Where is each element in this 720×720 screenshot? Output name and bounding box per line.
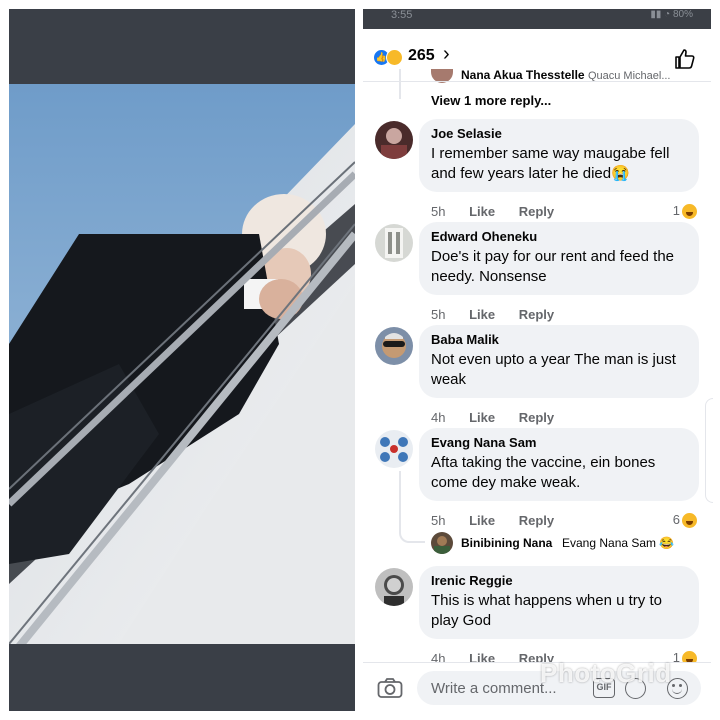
comment-actions: 5h Like Reply bbox=[431, 307, 574, 322]
like-button[interactable]: Like bbox=[469, 204, 495, 219]
haha-icon bbox=[682, 204, 697, 220]
avatar[interactable] bbox=[375, 430, 413, 468]
thread-line bbox=[399, 69, 401, 99]
like-button[interactable]: Like bbox=[469, 307, 495, 322]
comment-time: 5h bbox=[431, 307, 446, 322]
comment-reactions[interactable]: 1 bbox=[673, 203, 697, 220]
comment-text: I remember same way maugabe fell and few… bbox=[431, 145, 670, 182]
camera-icon[interactable] bbox=[377, 677, 403, 699]
thumbs-up-icon[interactable] bbox=[673, 47, 697, 71]
reply-button[interactable]: Reply bbox=[519, 410, 554, 425]
comment-author[interactable]: Evang Nana Sam bbox=[431, 435, 687, 451]
avatar[interactable] bbox=[375, 224, 413, 262]
comment-time: 5h bbox=[431, 513, 446, 528]
comment-bubble[interactable]: Joe Selasie I remember same way maugabe … bbox=[419, 119, 699, 192]
photo-panel bbox=[9, 9, 355, 711]
avatar[interactable] bbox=[431, 532, 453, 554]
avatar[interactable] bbox=[375, 568, 413, 606]
comment-reactions[interactable]: 6 bbox=[673, 512, 697, 529]
reply-button[interactable]: Reply bbox=[519, 204, 554, 219]
comment-author[interactable]: Irenic Reggie bbox=[431, 573, 687, 589]
side-card-edge bbox=[705, 398, 713, 503]
comment-author[interactable]: Edward Oheneku bbox=[431, 229, 687, 245]
thread-line bbox=[399, 471, 425, 543]
view-more-replies-link[interactable]: View 1 more reply... bbox=[431, 93, 551, 108]
comment-actions: 5h Like Reply bbox=[431, 513, 574, 528]
comments-screen: 3:55 ▮▮ ◔ 80% 👍 265 › Nana Akua Thesstel… bbox=[363, 9, 711, 711]
like-button[interactable]: Like bbox=[469, 513, 495, 528]
comment-text: Doe's it pay for our rent and feed the n… bbox=[431, 248, 675, 285]
reaction-icons[interactable]: 👍 bbox=[373, 49, 407, 67]
comment-author[interactable]: Baba Malik bbox=[431, 332, 687, 348]
haha-icon bbox=[386, 49, 403, 66]
partial-reply-author[interactable]: Nana Akua Thesstelle Quacu Michael... bbox=[461, 68, 671, 82]
comment-time: 5h bbox=[431, 204, 446, 219]
like-button[interactable]: Like bbox=[469, 410, 495, 425]
comment-author[interactable]: Joe Selasie bbox=[431, 126, 687, 142]
reply-author[interactable]: Binibining Nana bbox=[461, 536, 552, 550]
haha-icon bbox=[682, 513, 697, 529]
comment-text: This is what happens when u try to play … bbox=[431, 592, 662, 629]
comment-bubble[interactable]: Evang Nana Sam Afta taking the vaccine, … bbox=[419, 428, 699, 501]
photogrid-watermark: PhotoGrid bbox=[540, 658, 672, 688]
avatar[interactable] bbox=[375, 121, 413, 159]
comment-text: Afta taking the vaccine, ein bones come … bbox=[431, 454, 656, 491]
comment-bubble[interactable]: Edward Oheneku Doe's it pay for our rent… bbox=[419, 222, 699, 295]
divider bbox=[363, 81, 711, 82]
status-icons: ▮▮ ◔ 80% bbox=[650, 9, 693, 20]
news-photo bbox=[9, 84, 355, 644]
comment-bubble[interactable]: Baba Malik Not even upto a year The man … bbox=[419, 325, 699, 398]
reply-text: Evang Nana Sam 😂 bbox=[562, 536, 675, 550]
reaction-count[interactable]: 265 bbox=[408, 47, 435, 65]
comment-actions: 4h Like Reply bbox=[431, 410, 574, 425]
comment-time: 4h bbox=[431, 410, 446, 425]
chevron-right-icon[interactable]: › bbox=[443, 43, 450, 66]
comment-actions: 5h Like Reply bbox=[431, 204, 574, 219]
reply-button[interactable]: Reply bbox=[519, 513, 554, 528]
comment-input-placeholder: Write a comment... bbox=[431, 680, 557, 697]
reply-button[interactable]: Reply bbox=[519, 307, 554, 322]
comment-text: Not even upto a year The man is just wea… bbox=[431, 351, 676, 388]
status-time: 3:55 bbox=[391, 9, 413, 21]
status-bar: 3:55 ▮▮ ◔ 80% bbox=[363, 9, 711, 29]
comment-bubble[interactable]: Irenic Reggie This is what happens when … bbox=[419, 566, 699, 639]
avatar[interactable] bbox=[375, 327, 413, 365]
